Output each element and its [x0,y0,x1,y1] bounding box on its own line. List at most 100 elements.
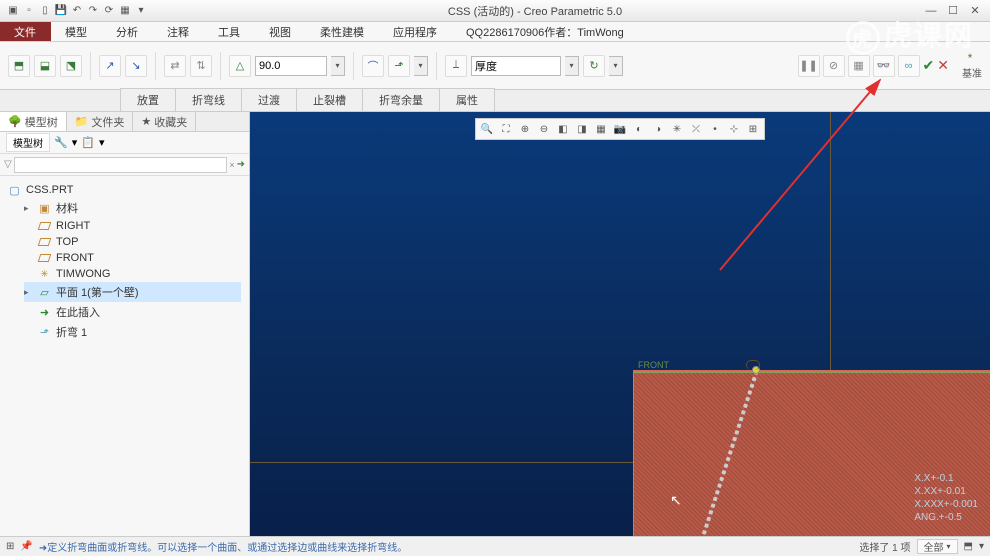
maximize-button[interactable]: ☐ [944,4,962,18]
filter-input[interactable] [14,157,228,173]
status-smart-icon[interactable]: ▾ [979,541,984,552]
confirm-icon[interactable]: ✔ [923,57,935,74]
save-icon[interactable]: 💾 [54,4,68,18]
menu-view[interactable]: 视图 [255,22,306,41]
refit-icon[interactable]: ◧ [554,121,572,137]
menu-app[interactable]: 应用程序 [379,22,452,41]
panel-tab-fav[interactable]: ★收藏夹 [133,112,196,131]
menu-annotate[interactable]: 注释 [153,22,204,41]
viewport-3d[interactable]: 🔍 ⛶ ⊕ ⊖ ◧ ◨ ▦ 📷 ◐ ◑ ✳ ⤫ • ⊹ ⊞ [250,112,990,536]
tree-layers-icon[interactable]: 📋 [81,136,95,149]
thickness-side-icon[interactable]: ↻ [583,55,605,77]
bend-side-dropdown[interactable]: ▾ [414,56,428,76]
menu-author: QQ2286170906作者：TimWong [452,22,639,41]
title-bar: ▣ ▫ ▯ 💾 ↶ ↷ ⟳ ▦ ▾ CSS (活动的) - Creo Param… [0,0,990,22]
bend-arc-top [746,360,760,370]
verify-icon[interactable]: ▦ [848,55,870,77]
status-geom-icon[interactable]: ⬒ [964,541,973,552]
pause-icon[interactable]: ❚❚ [798,55,820,77]
tree-front[interactable]: FRONT [24,250,241,266]
zoomout-icon[interactable]: ⊖ [535,121,553,137]
dashboard-tabs: 放置 折弯线 过渡 止裂槽 折弯余量 属性 [0,90,990,112]
flip-icon[interactable]: ⇄ [164,55,186,77]
bend-type1-icon[interactable]: ⬒ [8,55,30,77]
zoom-icon[interactable]: 🔍 [478,121,496,137]
bend-dir1-icon[interactable]: ↗ [99,55,121,77]
disp-style-icon[interactable]: ◐ [630,121,648,137]
windows-icon[interactable]: ▦ [118,4,132,18]
tree-bend[interactable]: ⬏折弯 1 [24,322,241,342]
filter-all[interactable]: 全部▾ [917,539,958,554]
tab-allowance[interactable]: 折弯余量 [362,88,440,111]
tab-transition[interactable]: 过渡 [241,88,297,111]
thickness-side-dropdown[interactable]: ▾ [609,56,623,76]
regen-icon[interactable]: ⟳ [102,4,116,18]
tree-material[interactable]: ▸▣材料 [24,198,241,218]
fit-icon[interactable]: ⛶ [497,121,515,137]
tree-root[interactable]: ▢ CSS.PRT [8,182,241,198]
menu-model[interactable]: 模型 [51,22,102,41]
repaint-icon[interactable]: ◨ [573,121,591,137]
minimize-button[interactable]: — [922,4,940,18]
status-grid-icon[interactable]: ⊞ [6,541,14,552]
angle-input[interactable] [255,56,327,76]
tree-wall[interactable]: ▸▱平面 1(第一个壁) [24,282,241,302]
point-disp-icon[interactable]: • [706,121,724,137]
close-win-icon[interactable]: ▾ [134,4,148,18]
undo-icon[interactable]: ↶ [70,4,84,18]
tab-props[interactable]: 属性 [439,88,495,111]
filter-clear-icon[interactable]: × [229,160,234,170]
glasses1-icon[interactable]: 👓 [873,55,895,77]
bend-dir2-icon[interactable]: ↘ [125,55,147,77]
filter-icon[interactable]: ▽ [4,159,12,170]
tree-settings-icon[interactable]: 🔧 [54,136,68,149]
status-bar: ⊞ 📌 ➜定义折弯曲面或折弯线。可以选择一个曲面、或通过选择边或曲线来选择折弯线… [0,536,990,556]
app-icon: ▣ [6,4,20,18]
precision-readout: X.X+-0.1 X.XX+-0.01 X.XXX+-0.001 ANG.+-0… [914,472,978,524]
tree-filter-icon[interactable]: ▾ [99,136,105,149]
status-pin-icon[interactable]: 📌 [20,541,32,552]
filter-go-icon[interactable]: ➜ [237,159,245,170]
panel-tab-folder[interactable]: 📁文件夹 [67,112,134,131]
model-tree: ▢ CSS.PRT ▸▣材料 RIGHT TOP FRONT ✳TIMWONG … [0,176,249,348]
mirror-icon[interactable]: ⇅ [190,55,212,77]
bend-type2-icon[interactable]: ⬓ [34,55,56,77]
tab-relief[interactable]: 止裂槽 [296,88,363,111]
axis-disp-icon[interactable]: ⤫ [687,121,705,137]
tab-bendline[interactable]: 折弯线 [175,88,242,111]
panel-tab-tree[interactable]: 🌳模型树 [0,112,67,131]
radius-icon[interactable]: ⌒ [362,55,384,77]
perspective-icon[interactable]: ◑ [649,121,667,137]
tab-place[interactable]: 放置 [120,88,176,111]
tree-display-icon[interactable]: ▾ [72,136,78,149]
menu-flex[interactable]: 柔性建模 [306,22,379,41]
close-button[interactable]: ✕ [966,4,984,18]
tree-insert[interactable]: ➜在此插入 [24,302,241,322]
redo-icon[interactable]: ↷ [86,4,100,18]
menu-tools[interactable]: 工具 [204,22,255,41]
shade-icon[interactable]: ▦ [592,121,610,137]
tree-csys[interactable]: ✳TIMWONG [24,266,241,282]
bend-side-icon[interactable]: ⬏ [388,55,410,77]
angle-dropdown[interactable]: ▾ [331,56,345,76]
view-toolbar: 🔍 ⛶ ⊕ ⊖ ◧ ◨ ▦ 📷 ◐ ◑ ✳ ⤫ • ⊹ ⊞ [475,118,765,140]
datum-label[interactable]: 基准 [962,65,982,80]
menu-file[interactable]: 文件 [0,22,51,41]
new-icon[interactable]: ▫ [22,4,36,18]
glasses2-icon[interactable]: ∞ [898,55,920,77]
tree-top[interactable]: TOP [24,234,241,250]
saved-view-icon[interactable]: 📷 [611,121,629,137]
bend-type3-icon[interactable]: ⬔ [60,55,82,77]
tree-right[interactable]: RIGHT [24,218,241,234]
selection-count: 选择了 1 项 [859,539,910,554]
no-icon[interactable]: ⊘ [823,55,845,77]
annot-disp-icon[interactable]: ⊞ [744,121,762,137]
datum-disp-icon[interactable]: ✳ [668,121,686,137]
open-icon[interactable]: ▯ [38,4,52,18]
menu-analysis[interactable]: 分析 [102,22,153,41]
thickness-dropdown[interactable]: ▾ [565,56,579,76]
zoomin-icon[interactable]: ⊕ [516,121,534,137]
csys-disp-icon[interactable]: ⊹ [725,121,743,137]
thickness-input[interactable] [471,56,561,76]
cancel-icon[interactable]: ✕ [937,57,949,74]
